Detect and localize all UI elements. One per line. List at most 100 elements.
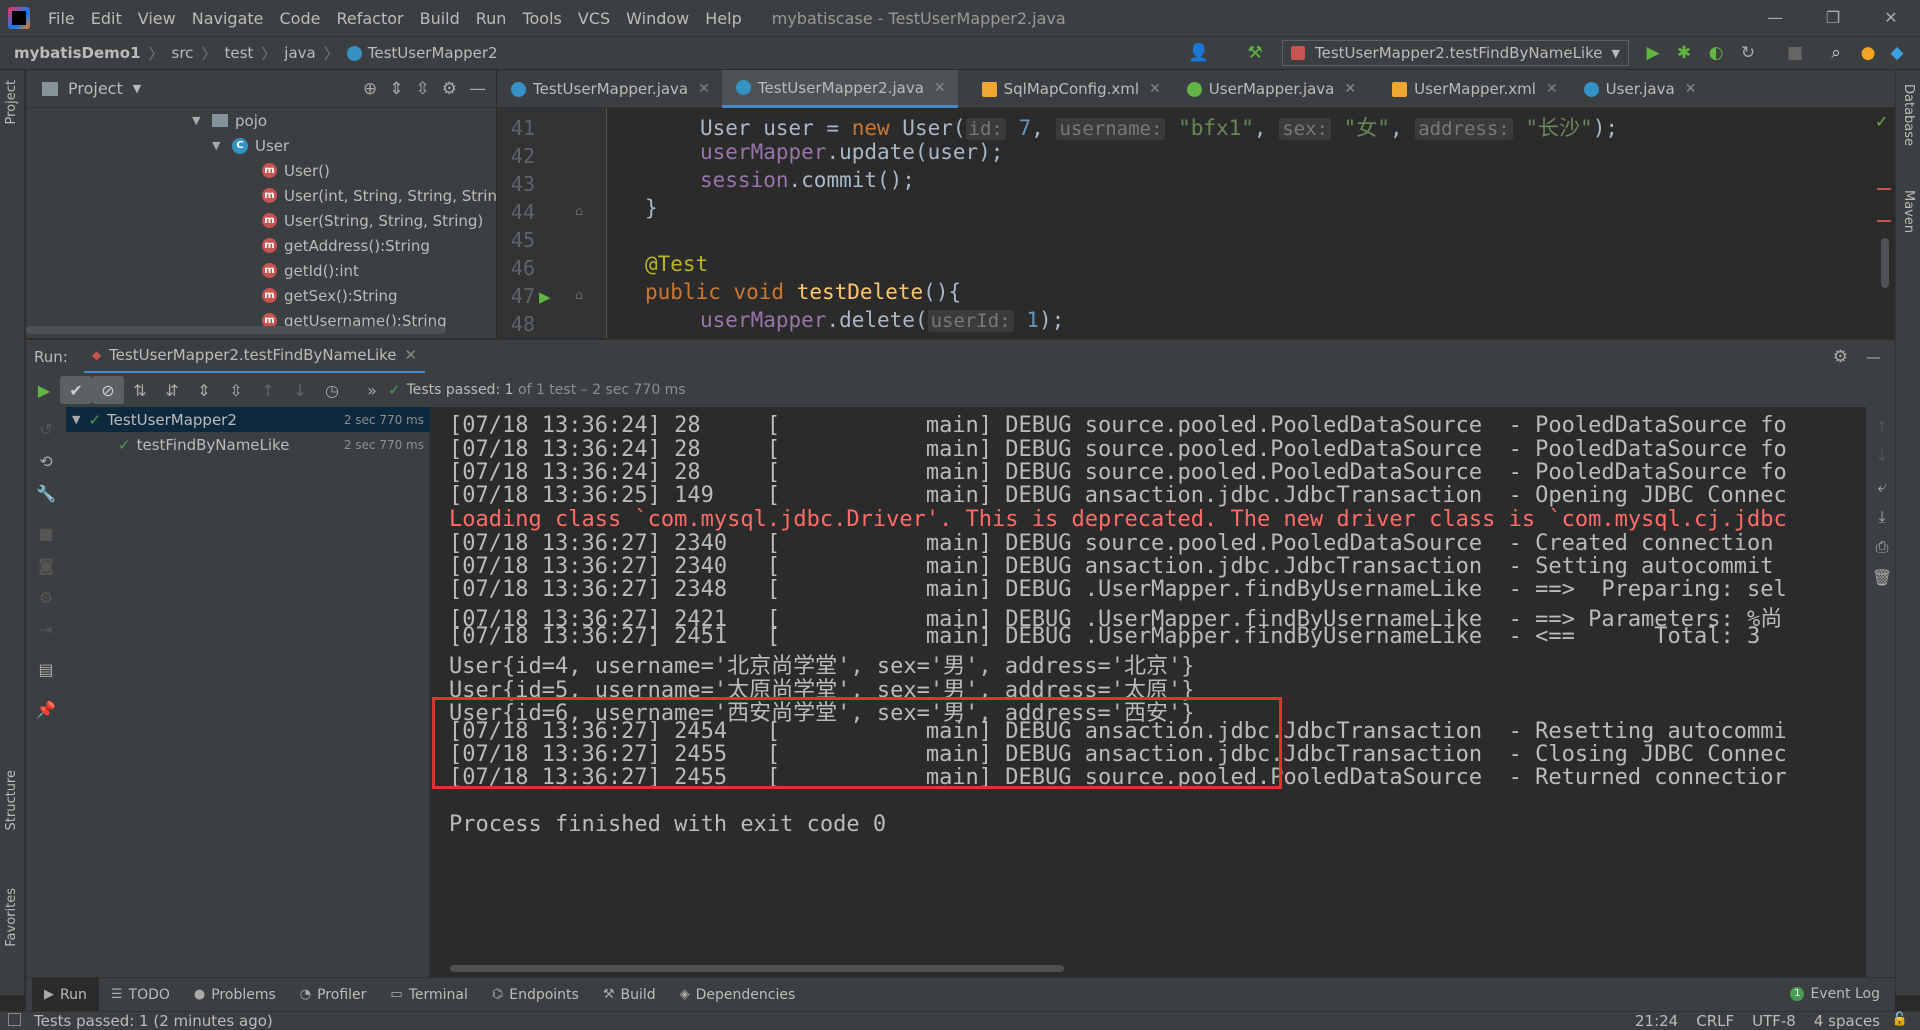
sort-duration-icon[interactable]: ⇵ — [156, 376, 188, 404]
tree-item-method[interactable]: m User() — [262, 158, 330, 183]
close-icon[interactable]: ✕ — [1546, 81, 1558, 97]
tool-dependencies[interactable]: ◈ Dependencies — [668, 978, 808, 1012]
project-horizontal-scrollbar[interactable] — [26, 326, 446, 334]
tree-item-method[interactable]: m User(String, String, String) — [262, 208, 483, 233]
tool-terminal[interactable]: ▭ Terminal — [378, 978, 479, 1012]
scroll-to-end-icon[interactable]: ⤓ — [1866, 503, 1898, 531]
tab-testusermapper2-java[interactable]: TestUserMapper2.java ✕ — [721, 70, 958, 108]
arrow-down-icon[interactable]: ↓ — [1866, 441, 1898, 469]
console-horizontal-scrollbar[interactable] — [450, 965, 1064, 972]
debug-icon[interactable]: ✱ — [1673, 42, 1695, 64]
soft-wrap-icon[interactable]: ⤶ — [1866, 473, 1898, 501]
menu-vcs[interactable]: VCS — [570, 9, 618, 28]
structure-tool-button[interactable]: Structure — [4, 770, 19, 830]
error-marker[interactable] — [1877, 188, 1891, 190]
close-icon[interactable]: ✕ — [698, 81, 710, 97]
tool-problems[interactable]: ● Problems — [182, 978, 288, 1012]
close-icon[interactable]: ✕ — [1149, 81, 1161, 97]
run-configuration-select[interactable]: TestUserMapper2.testFindByNameLike ▼ — [1282, 40, 1629, 66]
show-ignored-icon[interactable]: ⊘ — [92, 376, 124, 404]
test-case-row[interactable]: ✓ testFindByNameLike 2 sec 770 ms — [66, 432, 430, 457]
menu-file[interactable]: File — [40, 9, 83, 28]
tree-item-user-class[interactable]: ▼ C User — [212, 133, 289, 158]
event-log-button[interactable]: 1 Event Log — [1790, 977, 1880, 1011]
tool-todo[interactable]: ☰ TODO — [99, 978, 182, 1012]
user-icon[interactable]: 👤 — [1188, 42, 1210, 64]
hide-icon[interactable]: — — [469, 79, 486, 99]
tool-build[interactable]: ⚒ Build — [591, 978, 668, 1012]
menu-run[interactable]: Run — [468, 9, 515, 28]
camera-icon[interactable]: ◙ — [30, 551, 62, 579]
gear-icon[interactable]: ⚙ — [1833, 347, 1848, 367]
breadcrumb-java[interactable]: java — [284, 44, 315, 62]
menu-tools[interactable]: Tools — [514, 9, 569, 28]
database-tool-button[interactable]: Database — [1901, 84, 1916, 146]
sort-alpha-icon[interactable]: ⇅ — [124, 376, 156, 404]
menu-view[interactable]: View — [130, 9, 184, 28]
caret-position[interactable]: 21:24 — [1635, 1012, 1678, 1030]
menu-refactor[interactable]: Refactor — [328, 9, 411, 28]
code-editor[interactable]: 41 42 43 44 45 46 47 48 ▶ ⌂ ⌂ User user … — [497, 108, 1895, 338]
tree-item-method[interactable]: m User(int, String, String, String — [262, 183, 507, 208]
favorites-tool-button[interactable]: Favorites — [4, 888, 19, 947]
collapse-all-icon[interactable]: ⇳ — [416, 79, 430, 99]
toggle-auto-test-icon[interactable]: ⟲ — [30, 447, 62, 475]
menu-window[interactable]: Window — [618, 9, 697, 28]
exit-icon[interactable]: ⇥ — [30, 615, 62, 643]
gear-icon[interactable]: ⚙ — [30, 583, 62, 611]
tool-endpoints[interactable]: ⌬ Endpoints — [480, 978, 591, 1012]
tab-usermapper-xml[interactable]: UserMapper.xml ✕ — [1368, 70, 1570, 108]
close-icon[interactable]: ✕ — [1685, 81, 1697, 97]
menu-build[interactable]: Build — [412, 9, 468, 28]
file-encoding[interactable]: UTF-8 — [1752, 1012, 1796, 1030]
chevron-down-icon[interactable]: ▼ — [133, 82, 141, 95]
tab-sqlmapconfig-xml[interactable]: SqlMapConfig.xml ✕ — [958, 70, 1173, 108]
tool-profiler[interactable]: ◔ Profiler — [288, 978, 379, 1012]
editor-vertical-scrollbar[interactable] — [1881, 238, 1889, 288]
locate-icon[interactable]: ⊕ — [363, 79, 377, 99]
layout-icon[interactable]: ▤ — [30, 655, 62, 683]
lock-icon[interactable]: 🔓 — [1892, 1012, 1908, 1027]
gear-icon[interactable]: ⚙ — [442, 79, 457, 99]
close-icon[interactable]: ✕ — [405, 346, 418, 364]
expand-all-icon[interactable]: ⇕ — [188, 376, 220, 404]
maximize-button[interactable]: ❐ — [1804, 0, 1862, 36]
more-icon[interactable]: » — [356, 376, 388, 404]
update-icon[interactable]: ● — [1857, 42, 1879, 64]
tree-item-pojo[interactable]: ▼ pojo — [192, 108, 267, 133]
run-test-gutter-icon[interactable]: ▶ — [539, 288, 551, 306]
close-icon[interactable]: ✕ — [934, 80, 946, 96]
menu-code[interactable]: Code — [272, 9, 329, 28]
rerun-failed-icon[interactable]: ↺ — [30, 415, 62, 443]
tree-item-method[interactable]: m getAddress():String — [262, 233, 430, 258]
console-output[interactable]: [07/18 13:36:24] 28 [ main] DEBUG source… — [431, 407, 1865, 977]
status-message[interactable]: Tests passed: 1 (2 minutes ago) — [34, 1012, 273, 1030]
fold-icon[interactable]: ⌂ — [575, 288, 583, 303]
breadcrumb-project[interactable]: mybatisDemo1 — [14, 44, 141, 62]
history-icon[interactable]: ◷ — [316, 376, 348, 404]
line-separator[interactable]: CRLF — [1696, 1012, 1734, 1030]
run-tab[interactable]: ◆ TestUserMapper2.testFindByNameLike ✕ — [83, 340, 426, 374]
menu-navigate[interactable]: Navigate — [184, 9, 272, 28]
expand-all-icon[interactable]: ⇕ — [389, 79, 403, 99]
rerun-icon[interactable]: ▶ — [28, 376, 60, 404]
breadcrumb-file[interactable]: TestUserMapper2 — [368, 44, 498, 62]
indent-setting[interactable]: 4 spaces — [1814, 1012, 1880, 1030]
chevron-down-icon[interactable]: ▼ — [212, 139, 226, 152]
arrow-down-icon[interactable]: ↓ — [284, 376, 316, 404]
arrow-up-icon[interactable]: ↑ — [1866, 413, 1898, 441]
menu-edit[interactable]: Edit — [83, 9, 130, 28]
chevron-down-icon[interactable]: ▼ — [192, 114, 206, 127]
test-suite-row[interactable]: ▼ ✓ TestUserMapper2 2 sec 770 ms — [66, 407, 430, 432]
pin-icon[interactable]: 📌 — [30, 695, 62, 723]
search-icon[interactable]: ⌕ — [1825, 42, 1847, 64]
fold-icon[interactable]: ⌂ — [575, 204, 583, 219]
breadcrumb-src[interactable]: src — [172, 44, 194, 62]
chevron-down-icon[interactable]: ▼ — [72, 413, 80, 426]
trash-icon[interactable]: 🗑 — [1866, 563, 1898, 591]
collapse-all-icon[interactable]: ⇳ — [220, 376, 252, 404]
tab-testusermapper-java[interactable]: TestUserMapper.java ✕ — [497, 70, 722, 108]
stop-icon[interactable]: ■ — [1784, 42, 1806, 64]
arrow-up-icon[interactable]: ↑ — [252, 376, 284, 404]
menu-help[interactable]: Help — [697, 9, 749, 28]
